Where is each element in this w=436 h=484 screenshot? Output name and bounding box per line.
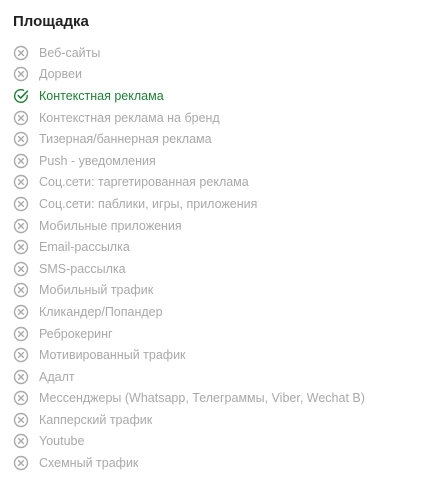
list-item: Push - уведомления (13, 150, 436, 172)
list-item: Youtube (13, 431, 436, 453)
list-item-label: Контекстная реклама (39, 88, 164, 103)
list-item: Адалт (13, 366, 436, 388)
list-item-label: Схемный трафик (39, 456, 139, 471)
x-circle-icon (13, 110, 29, 126)
list-item: Соц.сети: паблики, игры, приложения (13, 193, 436, 215)
list-item: Контекстная реклама на бренд (13, 107, 436, 129)
list-item: Дорвеи (13, 64, 436, 86)
list-item-label: SMS-рассылка (39, 261, 126, 276)
list-item: Мессенджеры (Whatsapp, Телеграммы, Viber… (13, 388, 436, 410)
list-item-label: Тизерная/баннерная реклама (39, 132, 212, 147)
list-item-label: Мобильный трафик (39, 283, 154, 298)
list-item-label: Youtube (39, 434, 85, 449)
list-item: Мобильный трафик (13, 280, 436, 302)
check-circle-icon (13, 88, 29, 104)
x-circle-icon (13, 174, 29, 190)
x-circle-icon (13, 153, 29, 169)
x-circle-icon (13, 347, 29, 363)
list-item: Кликандер/Попандер (13, 301, 436, 323)
list-item-label: Push - уведомления (39, 153, 156, 168)
x-circle-icon (13, 369, 29, 385)
list-item-label: Соц.сети: таргетированная реклама (39, 175, 249, 190)
x-circle-icon (13, 131, 29, 147)
x-circle-icon (13, 261, 29, 277)
list-item-label: Мотивированный трафик (39, 348, 186, 363)
list-item-label: Реброкеринг (39, 326, 113, 341)
list-item-label: Мобильные приложения (39, 218, 182, 233)
x-circle-icon (13, 390, 29, 406)
x-circle-icon (13, 455, 29, 471)
x-circle-icon (13, 66, 29, 82)
list-item: Мотивированный трафик (13, 344, 436, 366)
list-item: Тизерная/баннерная реклама (13, 128, 436, 150)
list-item-label: Соц.сети: паблики, игры, приложения (39, 196, 258, 211)
x-circle-icon (13, 412, 29, 428)
x-circle-icon (13, 45, 29, 61)
list-item: Соц.сети: таргетированная реклама (13, 172, 436, 194)
list-item: Контекстная реклама (13, 85, 436, 107)
list-item-label: Веб-сайты (39, 45, 101, 60)
list-item-label: Email-рассылка (39, 240, 130, 255)
list-item: SMS-рассылка (13, 258, 436, 280)
list-item-label: Кликандер/Попандер (39, 304, 163, 319)
list-item-label: Дорвеи (39, 67, 82, 82)
list-item: Веб-сайты (13, 42, 436, 64)
list-item: Мобильные приложения (13, 215, 436, 237)
list-item-label: Контекстная реклама на бренд (39, 110, 220, 125)
x-circle-icon (13, 304, 29, 320)
traffic-sources-panel: Площадка Веб-сайты Дорвеи Контекстная ре… (0, 0, 436, 484)
section-title: Площадка (13, 13, 89, 30)
x-circle-icon (13, 239, 29, 255)
list-item: Email-рассылка (13, 236, 436, 258)
x-circle-icon (13, 196, 29, 212)
list-item-label: Адалт (39, 369, 75, 384)
x-circle-icon (13, 433, 29, 449)
x-circle-icon (13, 326, 29, 342)
list-item: Реброкеринг (13, 323, 436, 345)
list-item-label: Капперский трафик (39, 412, 153, 427)
list-item: Схемный трафик (13, 452, 436, 474)
x-circle-icon (13, 218, 29, 234)
list-item-label: Мессенджеры (Whatsapp, Телеграммы, Viber… (39, 391, 365, 406)
list-item: Капперский трафик (13, 409, 436, 431)
traffic-source-list: Веб-сайты Дорвеи Контекстная реклама Кон… (13, 42, 436, 474)
x-circle-icon (13, 282, 29, 298)
